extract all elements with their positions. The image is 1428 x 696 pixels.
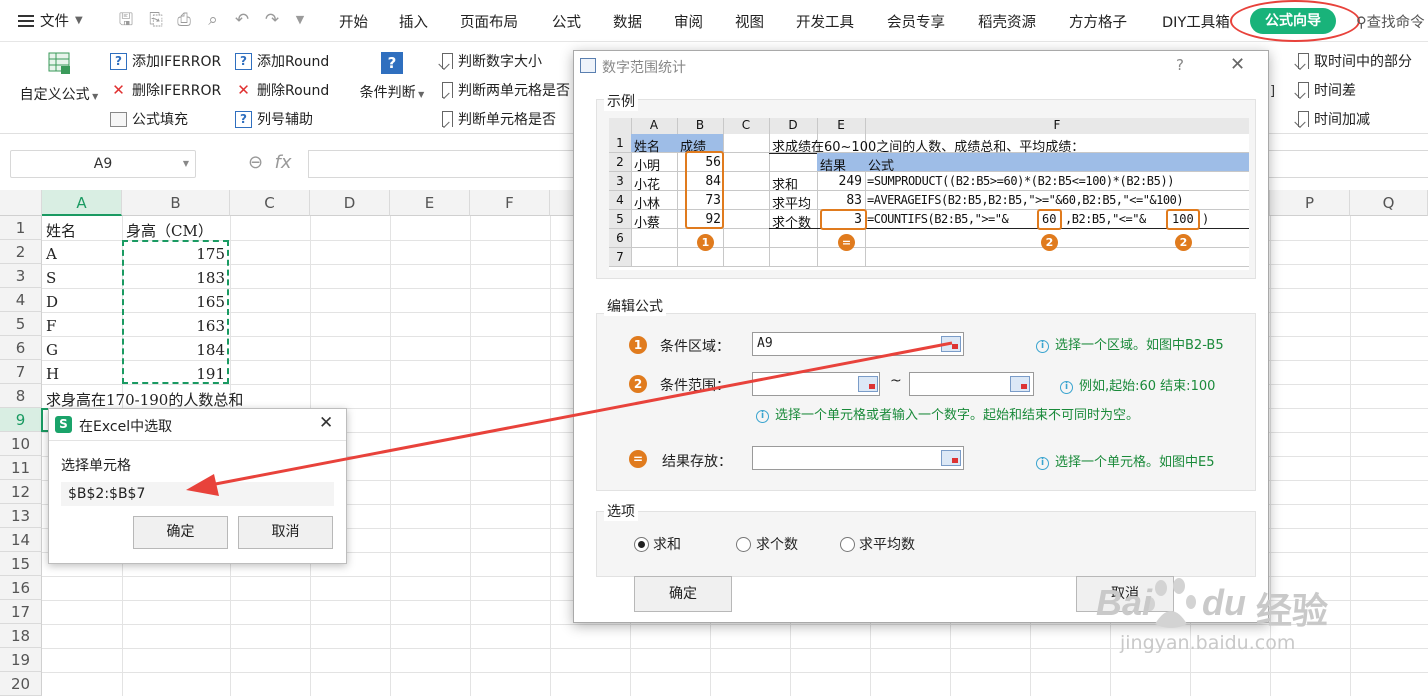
app-window: 文件 ▼ 🖫 ⎘ ⎙ ⌕ ↶ ↷ ▼ 开始 插入 页面布局 公式 数据 审阅 视… <box>0 0 1428 696</box>
arrow-shaft <box>204 341 953 488</box>
arrow-head <box>186 474 219 496</box>
baidu-watermark: Bai du 经验 jingyan.baidu.com <box>1088 570 1428 696</box>
watermark-url: jingyan.baidu.com <box>1120 632 1296 654</box>
watermark-brand-2: du <box>1202 582 1246 623</box>
watermark-brand: Bai <box>1096 582 1153 623</box>
watermark-cn: 经验 <box>1256 591 1329 632</box>
